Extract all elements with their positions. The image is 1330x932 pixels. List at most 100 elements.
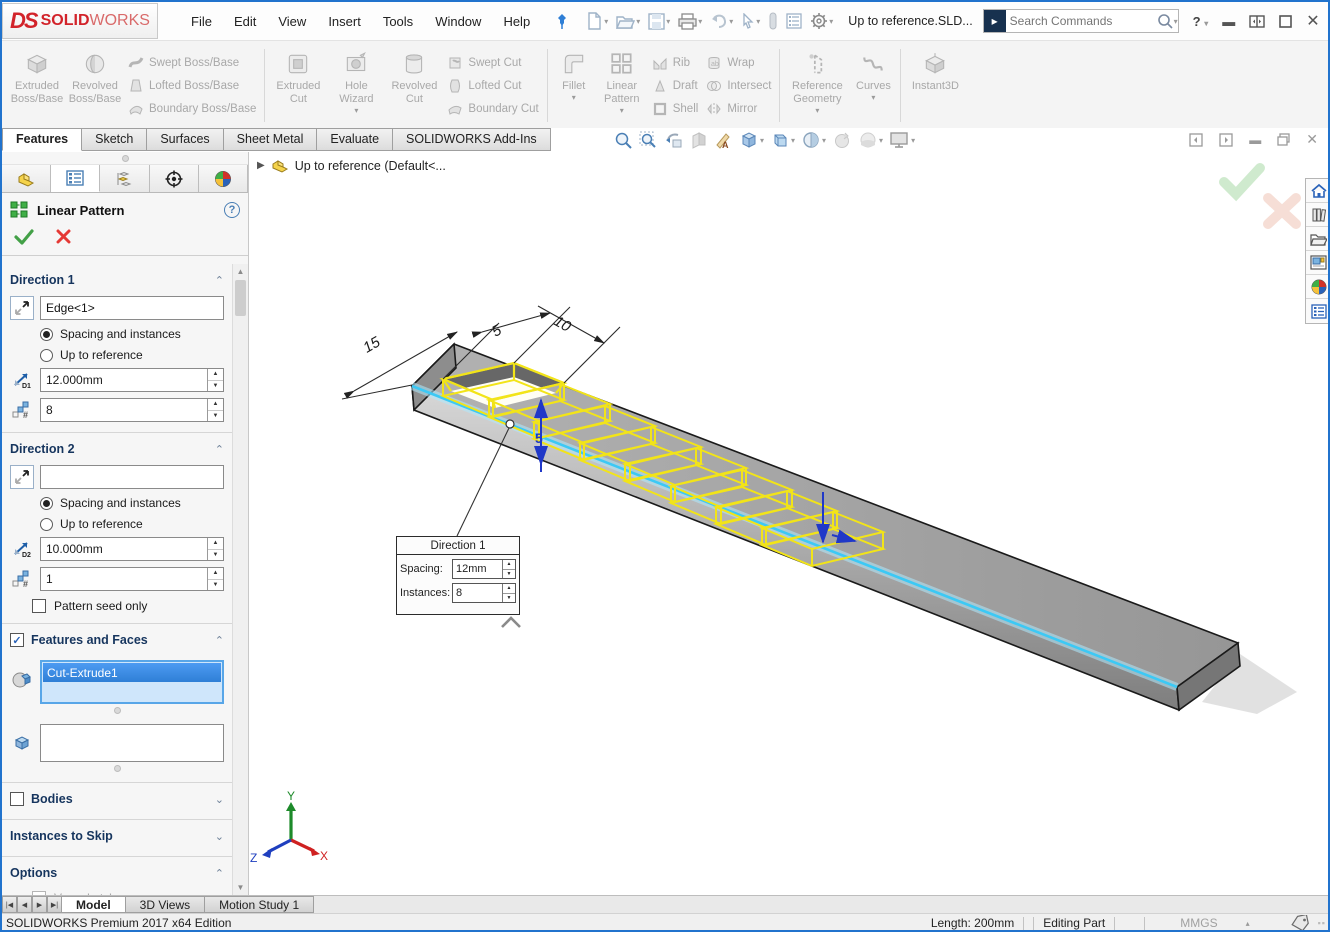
options-list-icon[interactable]	[783, 11, 805, 31]
propertymanager-tab[interactable]	[51, 165, 100, 192]
tab-3d-views[interactable]: 3D Views	[126, 896, 205, 913]
search-scope-icon[interactable]: ▸	[984, 10, 1006, 32]
expand-chevron-icon[interactable]: ⌄	[215, 793, 224, 806]
direction1-spacing-input[interactable]: 12.000mm ▲▼	[40, 368, 224, 392]
list-resize-grip[interactable]	[114, 707, 121, 714]
instant3d-button[interactable]: Instant3D	[905, 45, 965, 126]
menu-help[interactable]: Help	[492, 10, 541, 33]
maximize-button[interactable]	[1279, 15, 1292, 28]
direction1-callout[interactable]: Direction 1 Spacing: 12mm ▲▼ Instances: …	[396, 536, 520, 615]
apply-scene-icon[interactable]: ▾	[858, 130, 883, 150]
zoom-fit-icon[interactable]	[614, 131, 633, 150]
options-gear-button[interactable]: ▾	[807, 10, 836, 32]
section-view-icon[interactable]	[689, 131, 708, 150]
callout-spacing-input[interactable]: 12mm ▲▼	[452, 559, 516, 579]
swept-cut-button[interactable]: Swept Cut	[447, 55, 538, 71]
dropdown-arrow-icon[interactable]: ▾	[666, 17, 670, 26]
tab-motion-study-1[interactable]: Motion Study 1	[205, 896, 314, 913]
search-input[interactable]	[1006, 14, 1156, 28]
minimize-doc-icon[interactable]: ▬	[1249, 133, 1261, 147]
curves-button[interactable]: Curves ▾	[850, 45, 896, 126]
flyout-expand-icon[interactable]: ▶	[257, 160, 265, 171]
featuremanager-tree-tab[interactable]	[2, 165, 51, 192]
list-resize-grip[interactable]	[114, 765, 121, 772]
fillet-button[interactable]: Fillet ▾	[552, 45, 596, 126]
direction1-reverse-button[interactable]	[10, 296, 34, 320]
view-orientation-icon[interactable]: ▾	[739, 130, 764, 150]
spinner-arrows[interactable]: ▲▼	[502, 584, 515, 602]
hole-wizard-button[interactable]: Hole Wizard ▾	[327, 45, 385, 126]
lofted-boss-base-button[interactable]: Lofted Boss/Base	[128, 78, 256, 94]
tags-icon[interactable]	[1290, 915, 1310, 931]
draft-button[interactable]: Draft	[652, 78, 699, 94]
dropdown-arrow-icon[interactable]: ▾	[636, 17, 640, 26]
faces-to-pattern-list[interactable]	[40, 724, 224, 762]
help-icon[interactable]: ?	[224, 202, 240, 218]
panel-scrollbar[interactable]: ▲ ▼	[232, 264, 248, 895]
dropdown-arrow-icon[interactable]: ▾	[354, 106, 358, 115]
view-palette-icon[interactable]	[1306, 251, 1330, 275]
lofted-cut-button[interactable]: Lofted Cut	[447, 78, 538, 94]
menu-view[interactable]: View	[267, 10, 317, 33]
magnet-mate-icon[interactable]	[765, 10, 781, 32]
panel-resize-grip[interactable]	[2, 152, 248, 165]
zoom-area-icon[interactable]	[639, 131, 658, 150]
menu-edit[interactable]: Edit	[223, 10, 267, 33]
direction2-selection-field[interactable]	[40, 465, 224, 489]
direction2-spacing-input[interactable]: 10.000mm ▲▼	[40, 537, 224, 561]
menu-insert[interactable]: Insert	[317, 10, 372, 33]
tab-solidworks-addins[interactable]: SOLIDWORKS Add-Ins	[393, 128, 551, 151]
dropdown-arrow-icon[interactable]: ▾	[572, 93, 576, 102]
pattern-seed-only-checkbox[interactable]: Pattern seed only	[32, 599, 226, 613]
appearances-icon[interactable]	[1306, 275, 1330, 299]
collapse-chevron-icon[interactable]: ⌃	[215, 274, 224, 287]
linear-pattern-button[interactable]: Linear Pattern ▾	[596, 45, 648, 126]
scroll-up-icon[interactable]: ▲	[233, 264, 248, 279]
displaymanager-tab[interactable]	[199, 165, 248, 192]
dropdown-arrow-icon[interactable]: ▾	[815, 106, 819, 115]
tab-scroll-right-button[interactable]: ▶	[32, 896, 47, 913]
units-selector[interactable]: MMGS	[1180, 916, 1217, 930]
callout-collapse-chevron[interactable]	[502, 618, 520, 627]
search-commands-box[interactable]: ▸ ▾	[983, 9, 1179, 33]
menu-tools[interactable]: Tools	[372, 10, 424, 33]
tab-sheet-metal[interactable]: Sheet Metal	[224, 128, 318, 151]
graphics-viewport[interactable]: 15 5 10 5	[249, 152, 1330, 895]
select-button[interactable]: ▾	[738, 11, 763, 31]
extruded-cut-button[interactable]: Extruded Cut	[269, 45, 327, 126]
scrollbar-thumb[interactable]	[235, 280, 246, 316]
direction2-reverse-button[interactable]	[10, 465, 34, 489]
features-faces-checkbox[interactable]: ✓	[10, 633, 24, 647]
units-dropdown-icon[interactable]: ▴	[1246, 919, 1250, 928]
help-button[interactable]: ? ▾	[1193, 14, 1209, 29]
dropdown-arrow-icon[interactable]: ▾	[1174, 17, 1178, 26]
revolved-boss-base-button[interactable]: Revolved Boss/Base	[66, 45, 124, 126]
collapse-chevron-icon[interactable]: ⌃	[215, 634, 224, 647]
dimxpertmanager-tab[interactable]	[150, 165, 199, 192]
wrap-button[interactable]: abWrap	[706, 55, 771, 71]
menu-window[interactable]: Window	[424, 10, 492, 33]
tab-scroll-last-button[interactable]: ▶|	[47, 896, 62, 913]
selected-edge[interactable]	[412, 386, 1177, 687]
intersect-button[interactable]: Intersect	[706, 78, 771, 94]
tab-model[interactable]: Model	[62, 896, 126, 913]
file-explorer-icon[interactable]	[1306, 227, 1330, 251]
ok-button[interactable]	[14, 229, 34, 245]
new-document-button[interactable]: ▾	[583, 10, 611, 32]
features-to-pattern-list[interactable]: Cut-Extrude1	[40, 660, 224, 704]
rib-button[interactable]: Rib	[652, 55, 699, 71]
open-document-button[interactable]: ▾	[613, 11, 643, 32]
list-item-selected[interactable]: Cut-Extrude1	[43, 663, 221, 682]
dropdown-arrow-icon[interactable]: ▾	[791, 136, 795, 145]
tab-sketch[interactable]: Sketch	[82, 128, 147, 151]
tab-features[interactable]: Features	[2, 128, 82, 151]
view-settings-icon[interactable]: ▾	[889, 130, 915, 150]
dropdown-arrow-icon[interactable]: ▾	[698, 17, 702, 26]
save-button[interactable]: ▾	[645, 11, 673, 32]
boundary-cut-button[interactable]: Boundary Cut	[447, 101, 538, 117]
revolved-cut-button[interactable]: Revolved Cut	[385, 45, 443, 126]
expand-chevron-icon[interactable]: ⌄	[215, 830, 224, 843]
display-style-icon[interactable]: ▾	[770, 130, 795, 150]
mirror-button[interactable]: Mirror	[706, 101, 771, 117]
cancel-button[interactable]	[56, 229, 71, 245]
